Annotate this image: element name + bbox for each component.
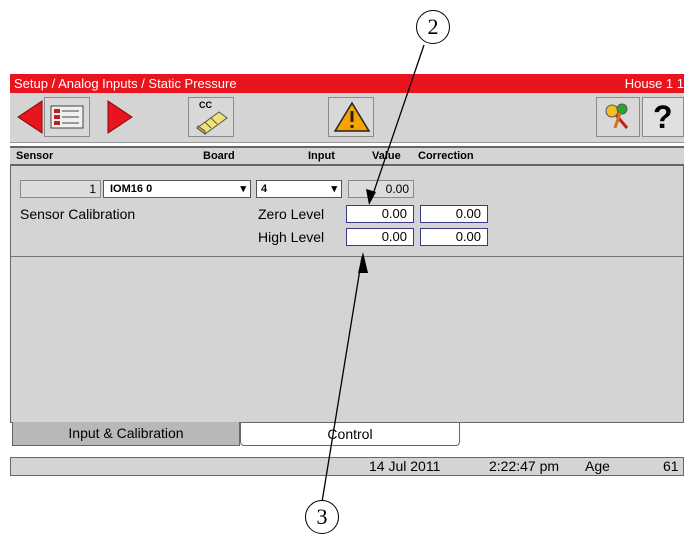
callout-2-leader bbox=[370, 44, 425, 201]
callout-3-leader bbox=[321, 256, 363, 503]
callout-3-arrowhead bbox=[358, 252, 368, 273]
callout-leader-lines bbox=[321, 44, 425, 503]
callout-2: 2 bbox=[416, 10, 450, 44]
callout-3: 3 bbox=[305, 500, 339, 534]
